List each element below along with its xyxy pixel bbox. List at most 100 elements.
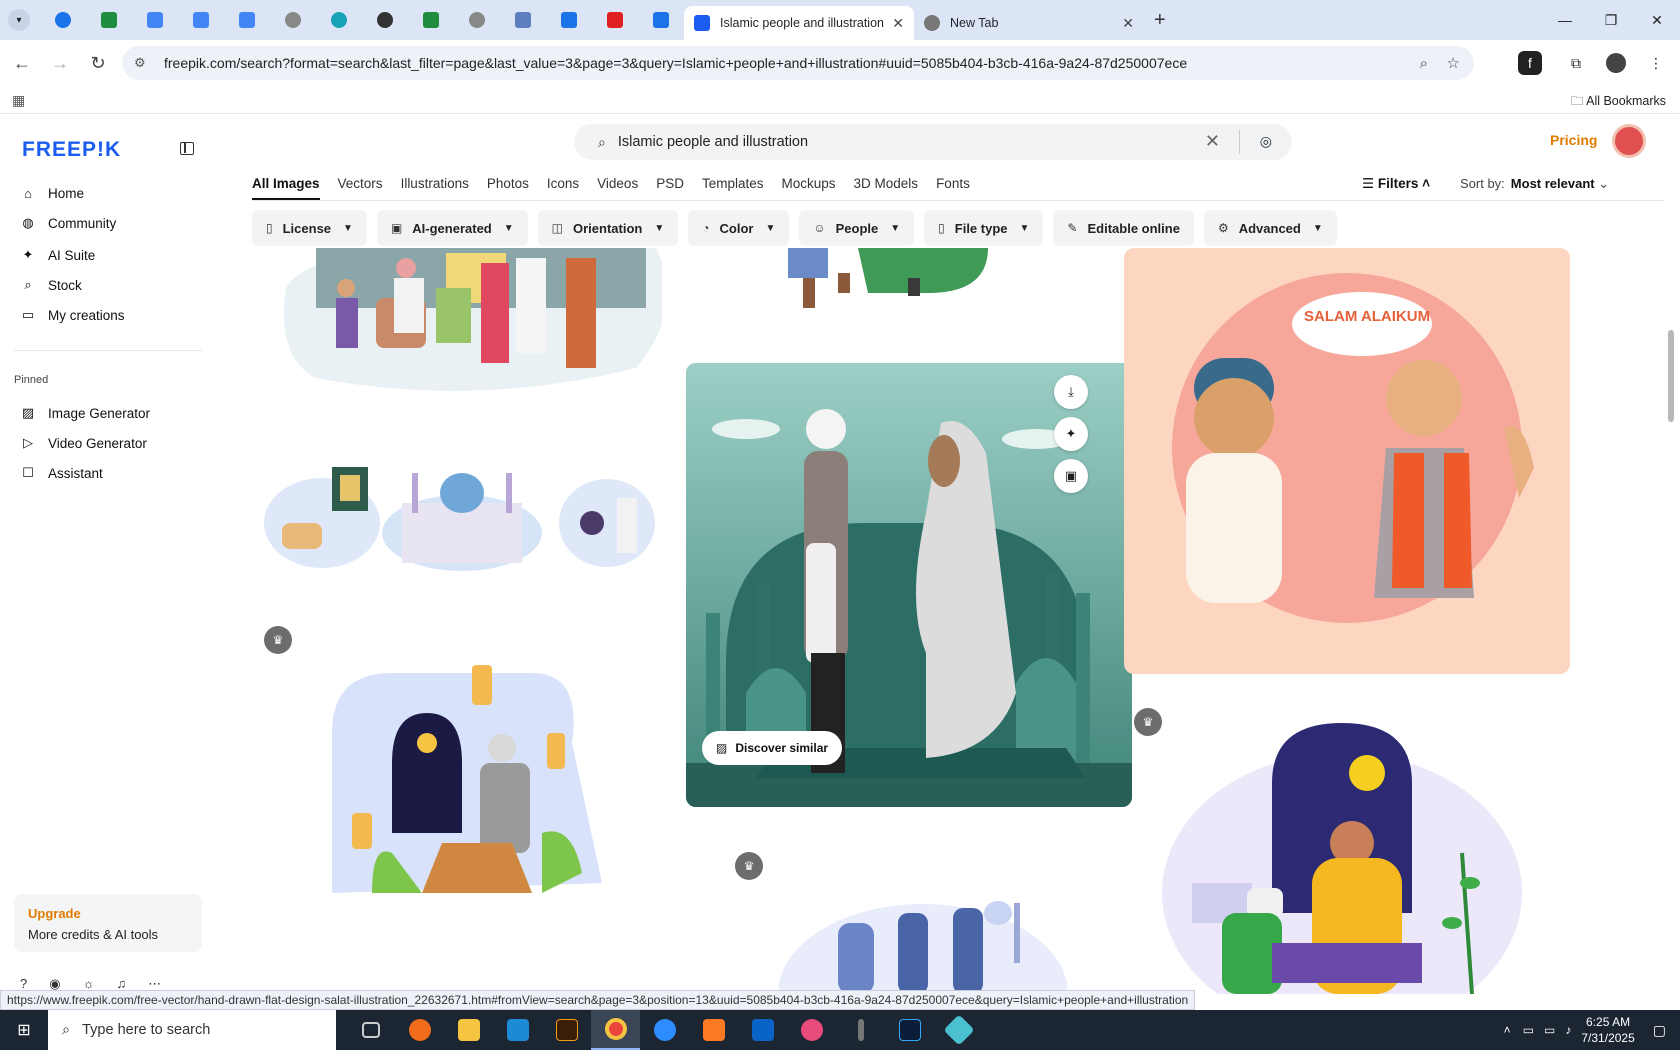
zoom-icon[interactable] xyxy=(640,1010,689,1050)
upgrade-card[interactable]: Upgrade More credits & AI tools xyxy=(14,894,202,952)
tab-templates[interactable]: Templates xyxy=(702,176,764,200)
pinned-tab[interactable] xyxy=(500,4,546,36)
pinned-tab[interactable] xyxy=(224,4,270,36)
task-view-icon[interactable] xyxy=(346,1010,395,1050)
tab-freepik[interactable]: Islamic people and illustration v ✕ xyxy=(684,6,914,40)
chip-license[interactable]: ▯ License ▼ xyxy=(252,210,367,246)
clear-search-icon[interactable]: ✕ xyxy=(1205,131,1220,152)
minimize-button[interactable]: — xyxy=(1542,0,1588,40)
close-icon[interactable]: ✕ xyxy=(892,15,904,32)
result-card-mosque-vignettes[interactable] xyxy=(262,453,656,573)
back-button[interactable]: ← xyxy=(6,47,38,79)
sidebar-item-image-generator[interactable]: ▨ Image Generator xyxy=(20,398,150,428)
monitor-icon[interactable]: ▭ xyxy=(1544,1023,1555,1037)
tab-3d-models[interactable]: 3D Models xyxy=(854,176,919,200)
chip-ai-generated[interactable]: ▣ AI-generated ▼ xyxy=(376,210,528,246)
page-scrollbar[interactable] xyxy=(1668,330,1674,422)
tab-vectors[interactable]: Vectors xyxy=(338,176,383,200)
pinned-tab[interactable] xyxy=(454,4,500,36)
result-card-cropped-figures[interactable] xyxy=(728,248,1114,326)
chip-file-type[interactable]: ▯ File type ▼ xyxy=(924,210,1044,246)
windows-start-icon[interactable]: ⊞ xyxy=(0,1010,48,1050)
chip-advanced[interactable]: ⚙ Advanced ▼ xyxy=(1203,210,1337,246)
tab-search-button[interactable]: ▾ xyxy=(8,9,30,31)
search-bar[interactable]: ⌕ Islamic people and illustration ✕ ◎ xyxy=(574,124,1292,160)
tab-new-tab[interactable]: New Tab ✕ xyxy=(914,6,1144,40)
pinned-tab[interactable] xyxy=(86,4,132,36)
reload-button[interactable]: ↻ xyxy=(82,47,114,79)
window-close-button[interactable]: ✕ xyxy=(1634,0,1680,40)
tab-icons[interactable]: Icons xyxy=(547,176,579,200)
file-explorer-icon[interactable] xyxy=(444,1010,493,1050)
chip-editable-online[interactable]: ✎ Editable online xyxy=(1053,210,1194,246)
star-icon[interactable]: ☆ xyxy=(1447,54,1460,72)
xampp-icon[interactable] xyxy=(689,1010,738,1050)
site-info-icon[interactable]: ⚙ xyxy=(134,55,150,71)
pinned-tab[interactable] xyxy=(362,4,408,36)
menu-kebab-icon[interactable]: ⋮ xyxy=(1640,47,1672,79)
pinned-tab[interactable] xyxy=(546,4,592,36)
tab-psd[interactable]: PSD xyxy=(656,176,684,200)
all-bookmarks-button[interactable]: 🗀 All Bookmarks xyxy=(1571,92,1666,113)
pinned-tab[interactable] xyxy=(270,4,316,36)
tab-illustrations[interactable]: Illustrations xyxy=(401,176,469,200)
tab-mockups[interactable]: Mockups xyxy=(782,176,836,200)
sidebar-item-ai-suite[interactable]: ✦ AI Suite xyxy=(20,240,96,270)
sidebar-item-video-generator[interactable]: ▷ Video Generator xyxy=(20,428,147,458)
pinned-tab[interactable] xyxy=(132,4,178,36)
sort-dropdown[interactable]: Sort by: Most relevant ⌄ xyxy=(1460,176,1609,192)
search-input[interactable]: Islamic people and illustration xyxy=(618,134,808,150)
ai-edit-icon[interactable]: ✦ xyxy=(1054,417,1088,451)
pinned-tab[interactable] xyxy=(408,4,454,36)
sidebar-item-my-creations[interactable]: ▭ My creations xyxy=(20,300,125,330)
sidebar-item-community[interactable]: ◍ Community xyxy=(20,208,116,238)
pinned-tab[interactable] xyxy=(40,4,86,36)
chip-orientation[interactable]: ◫ Orientation ▼ xyxy=(537,210,679,246)
maximize-button[interactable]: ❐ xyxy=(1588,0,1634,40)
network-icon[interactable]: ▭ xyxy=(1523,1023,1534,1037)
chip-people[interactable]: ☺ People ▼ xyxy=(799,210,915,246)
save-to-collection-icon[interactable]: ▣ xyxy=(1054,459,1088,493)
photoshop-icon[interactable] xyxy=(885,1010,934,1050)
notification-icon[interactable]: ▢ xyxy=(1653,1022,1666,1039)
pinned-tab[interactable] xyxy=(592,4,638,36)
result-card-reading-quran[interactable] xyxy=(312,653,612,898)
vscode-icon[interactable] xyxy=(493,1010,542,1050)
sidebar-item-assistant[interactable]: ☐ Assistant xyxy=(20,458,103,488)
close-icon[interactable]: ✕ xyxy=(1122,15,1134,32)
result-card-family-scene[interactable] xyxy=(276,248,662,398)
app-icon[interactable] xyxy=(934,1010,983,1050)
sidebar-item-stock[interactable]: ⌕ Stock xyxy=(20,270,81,300)
tab-fonts[interactable]: Fonts xyxy=(936,176,970,200)
chip-color[interactable]: ◔ Color ▼ xyxy=(688,210,790,246)
apps-grid-icon[interactable]: ▦ xyxy=(12,92,25,109)
chevron-up-icon[interactable]: ˄ xyxy=(1504,1023,1511,1037)
outlook-icon[interactable] xyxy=(738,1010,787,1050)
filters-button[interactable]: ☰ Filters ˄ xyxy=(1362,176,1430,192)
download-icon[interactable]: ⤓ xyxy=(1054,375,1088,409)
result-card-night-reading[interactable] xyxy=(1152,713,1532,994)
extension-icon[interactable]: f xyxy=(1518,51,1542,75)
sidebar-toggle-icon[interactable] xyxy=(180,142,194,155)
chrome-icon[interactable] xyxy=(591,1010,640,1050)
tab-all-images[interactable]: All Images xyxy=(252,176,320,200)
omnibox[interactable]: ⚙ freepik.com/search?format=search&last_… xyxy=(122,46,1474,80)
tab-videos[interactable]: Videos xyxy=(597,176,638,200)
taskbar-search[interactable]: ⌕ Type here to search xyxy=(48,1010,336,1050)
forward-button[interactable]: → xyxy=(44,47,76,79)
creative-cloud-icon[interactable] xyxy=(787,1010,836,1050)
sidebar-item-home[interactable]: ⌂ Home xyxy=(20,178,84,208)
extensions-puzzle-icon[interactable]: ⧉ xyxy=(1560,47,1592,79)
pricing-link[interactable]: Pricing xyxy=(1550,132,1597,148)
volume-icon[interactable]: ♪ xyxy=(1565,1023,1571,1037)
pinned-tab[interactable] xyxy=(316,4,362,36)
pen-tool-icon[interactable] xyxy=(836,1010,885,1050)
pinned-tab[interactable] xyxy=(638,4,684,36)
discover-similar-button[interactable]: ▨ Discover similar xyxy=(702,731,843,765)
tab-photos[interactable]: Photos xyxy=(487,176,529,200)
profile-avatar[interactable] xyxy=(1600,47,1632,79)
result-card-salat-illustration[interactable]: ⤓ ✦ ▣ ▨ Discover similar xyxy=(686,363,1132,807)
clock[interactable]: 6:25 AM 7/31/2025 xyxy=(1581,1014,1634,1046)
result-card-charity-scene[interactable] xyxy=(778,873,1068,994)
pinned-tab[interactable] xyxy=(178,4,224,36)
